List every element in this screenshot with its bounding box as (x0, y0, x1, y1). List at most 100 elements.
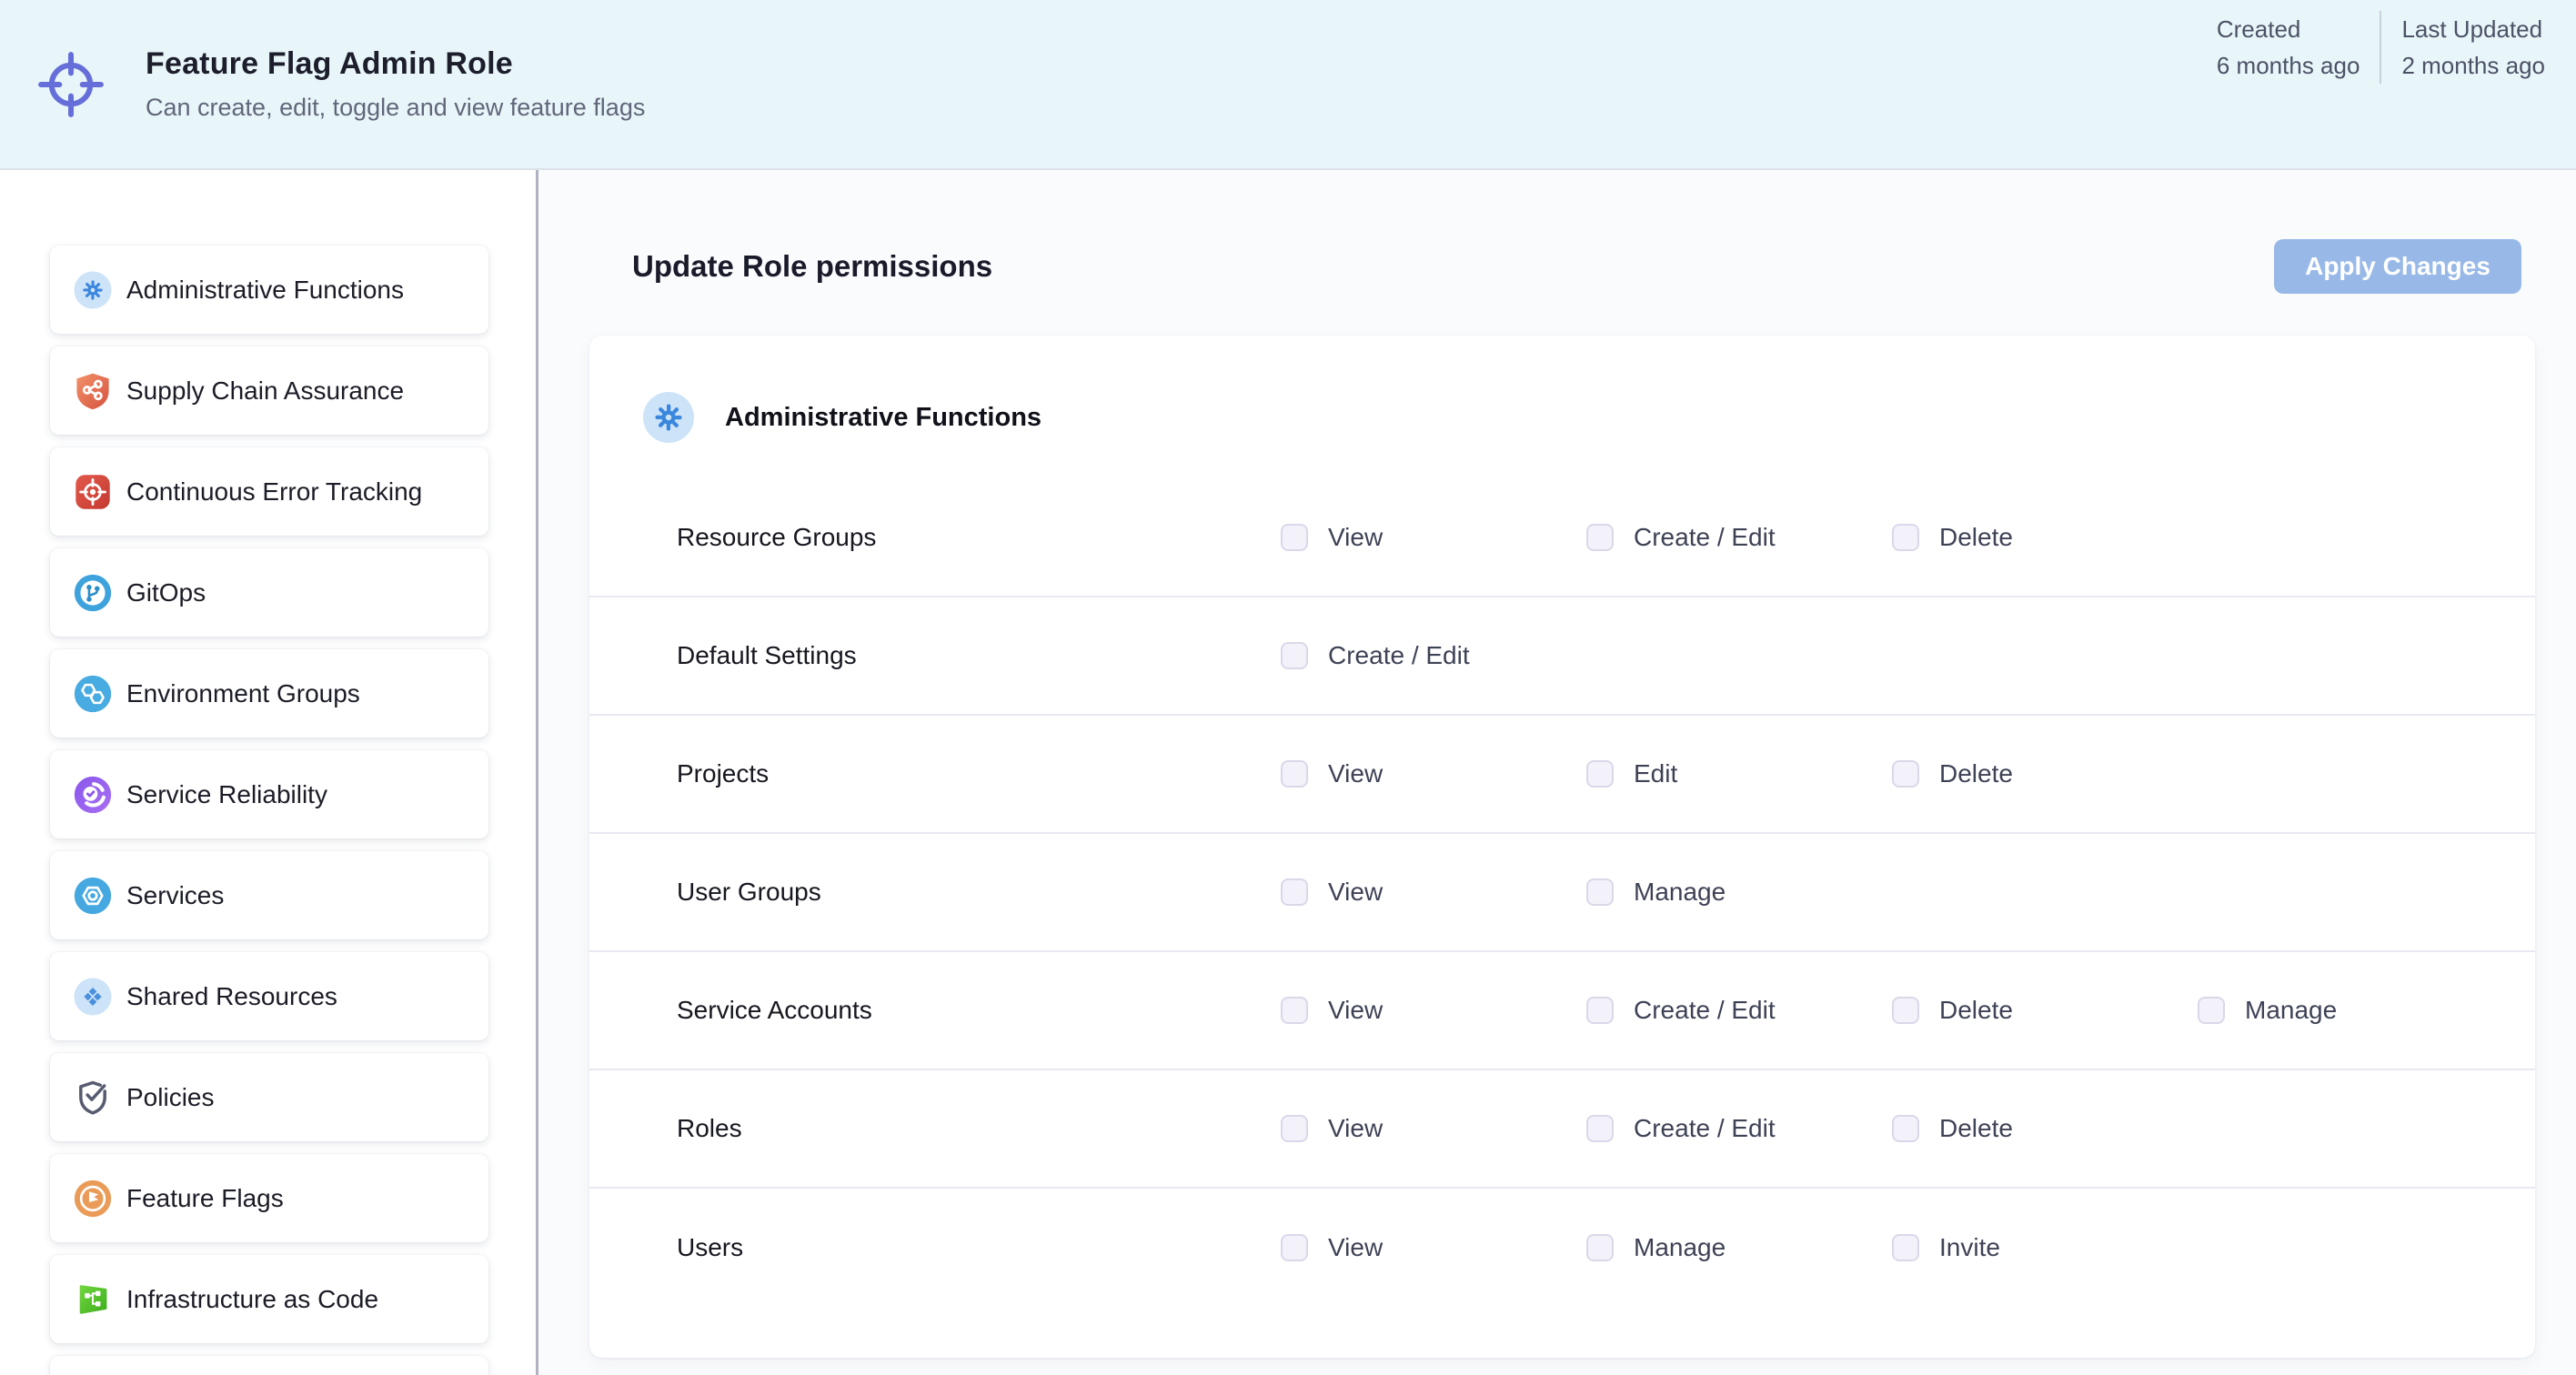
permission-option[interactable]: Delete (1892, 996, 2198, 1025)
resource-name: Projects (677, 759, 769, 788)
resource-name: Roles (677, 1114, 742, 1143)
permission-label: Create / Edit (1634, 523, 1776, 552)
flag-circle-icon (73, 1179, 113, 1219)
permission-option[interactable]: Delete (1892, 523, 2198, 552)
permission-checkbox[interactable] (1892, 524, 1919, 551)
permission-checkbox[interactable] (1586, 997, 1614, 1024)
permission-option[interactable]: Edit (1586, 759, 1892, 788)
permission-option[interactable]: View (1281, 1114, 1586, 1143)
permission-row: User Groups View Ma (589, 834, 2535, 952)
permission-label: View (1328, 759, 1383, 788)
permission-label: View (1328, 878, 1383, 907)
permission-option[interactable]: Manage (2198, 996, 2503, 1025)
permission-option[interactable]: Create / Edit (1281, 641, 1586, 670)
sidebar-item-label: Administrative Functions (126, 276, 404, 305)
permission-option[interactable]: Manage (1586, 1233, 1892, 1262)
permission-label: Delete (1939, 1114, 2013, 1143)
main-panel: Update Role permissions Apply Changes Ad… (538, 170, 2576, 1375)
sidebar-item[interactable]: Service Reliability (50, 750, 488, 838)
permission-checkbox[interactable] (1892, 1234, 1919, 1261)
resource-name: Service Accounts (677, 996, 872, 1025)
permission-checkbox[interactable] (1281, 997, 1308, 1024)
permission-label: Create / Edit (1328, 641, 1470, 670)
resource-category-sidebar: Administrative Functions Supply Chain As… (0, 170, 538, 1375)
permission-checkbox[interactable] (2198, 997, 2225, 1024)
apply-changes-button[interactable]: Apply Changes (2274, 239, 2521, 294)
app-body: Administrative Functions Supply Chain As… (0, 170, 2576, 1375)
permission-checkbox[interactable] (1281, 760, 1308, 788)
permissions-card: Administrative Functions Resource Groups… (589, 336, 2535, 1358)
permission-label: Delete (1939, 759, 2013, 788)
sidebar-item-partial[interactable] (50, 1356, 488, 1375)
permission-label: View (1328, 1114, 1383, 1143)
sidebar-item[interactable]: Environment Groups (50, 649, 488, 738)
permission-checkbox[interactable] (1586, 760, 1614, 788)
sidebar-item-label: Shared Resources (126, 982, 337, 1011)
permission-checkbox[interactable] (1281, 524, 1308, 551)
permission-option[interactable]: View (1281, 878, 1586, 907)
sidebar-item[interactable]: Feature Flags (50, 1154, 488, 1242)
permission-row: Service Accounts View (589, 952, 2535, 1070)
permission-option[interactable]: View (1281, 996, 1586, 1025)
resource-name: Resource Groups (677, 523, 876, 552)
permission-label: Edit (1634, 759, 1677, 788)
page-heading: Update Role permissions (632, 249, 992, 284)
permission-checkbox[interactable] (1892, 760, 1919, 788)
last-updated-label: Last Updated (2401, 11, 2545, 47)
permission-checkbox[interactable] (1586, 524, 1614, 551)
permission-label: View (1328, 523, 1383, 552)
permission-checkbox[interactable] (1586, 878, 1614, 906)
resource-name: User Groups (677, 878, 821, 907)
permission-label: View (1328, 996, 1383, 1025)
crosshair-icon (36, 50, 106, 119)
permission-checkbox[interactable] (1586, 1234, 1614, 1261)
sidebar-item-label: Services (126, 881, 224, 910)
sidebar-item[interactable]: Administrative Functions (50, 246, 488, 334)
permission-option[interactable]: View (1281, 1233, 1586, 1262)
permission-option[interactable]: Create / Edit (1586, 523, 1892, 552)
hexagons-icon (73, 674, 113, 714)
sidebar-item[interactable]: Supply Chain Assurance (50, 346, 488, 435)
created-label: Created (2217, 11, 2360, 47)
last-updated-value: 2 months ago (2401, 47, 2545, 84)
permission-row: Projects View Edit (589, 716, 2535, 834)
permissions-table: Resource Groups View (589, 479, 2535, 1307)
permission-label: Create / Edit (1634, 996, 1776, 1025)
permission-checkbox[interactable] (1281, 1115, 1308, 1142)
diamonds-icon (73, 977, 113, 1017)
sidebar-item-label: Policies (126, 1083, 214, 1112)
sidebar-item[interactable]: Shared Resources (50, 952, 488, 1040)
permission-option[interactable]: Invite (1892, 1233, 2198, 1262)
sidebar-item[interactable]: Infrastructure as Code (50, 1255, 488, 1343)
permission-option[interactable]: Create / Edit (1586, 996, 1892, 1025)
permission-checkbox[interactable] (1281, 642, 1308, 669)
permission-option[interactable]: Create / Edit (1586, 1114, 1892, 1143)
main-header: Update Role permissions Apply Changes (632, 239, 2521, 294)
resource-name: Default Settings (677, 641, 857, 670)
section-header: Administrative Functions (641, 390, 2535, 445)
permission-option[interactable]: Delete (1892, 759, 2198, 788)
sidebar-item[interactable]: GitOps (50, 548, 488, 637)
permission-row: Default Settings Create / Edit (589, 597, 2535, 716)
permission-option[interactable]: View (1281, 523, 1586, 552)
permission-checkbox[interactable] (1281, 878, 1308, 906)
permission-option[interactable]: View (1281, 759, 1586, 788)
permission-checkbox[interactable] (1586, 1115, 1614, 1142)
sidebar-item-label: GitOps (126, 578, 206, 607)
permission-label: Delete (1939, 523, 2013, 552)
sidebar-item-label: Continuous Error Tracking (126, 477, 422, 507)
permission-checkbox[interactable] (1892, 1115, 1919, 1142)
sidebar-item[interactable]: Continuous Error Tracking (50, 447, 488, 536)
iac-banner-icon (73, 1280, 113, 1320)
role-title-block: Feature Flag Admin Role Can create, edit… (146, 46, 645, 122)
created-meta: Created 6 months ago (2197, 11, 2380, 84)
sidebar-item[interactable]: Services (50, 851, 488, 939)
permission-checkbox[interactable] (1892, 997, 1919, 1024)
sidebar-item[interactable]: Policies (50, 1053, 488, 1141)
permission-option[interactable]: Delete (1892, 1114, 2198, 1143)
permission-option[interactable]: Manage (1586, 878, 1892, 907)
reliability-check-icon (73, 775, 113, 815)
permission-checkbox[interactable] (1281, 1234, 1308, 1261)
permission-label: Delete (1939, 996, 2013, 1025)
page-subtitle: Can create, edit, toggle and view featur… (146, 94, 645, 122)
